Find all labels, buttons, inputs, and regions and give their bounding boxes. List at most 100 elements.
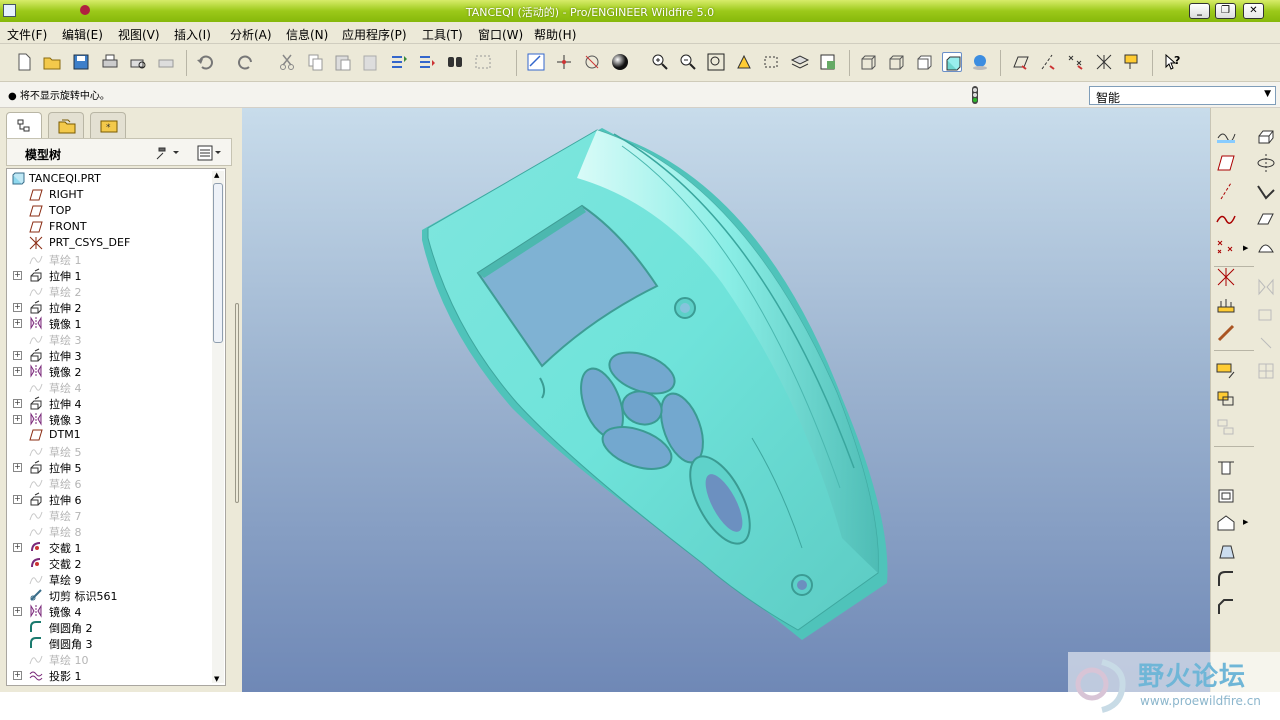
- tree-item[interactable]: + 拉伸 2: [7, 299, 207, 315]
- filter-select[interactable]: 智能 ▼: [1089, 86, 1276, 105]
- tree-item[interactable]: 切剪 标识561: [7, 587, 207, 603]
- blend-tool-icon[interactable]: [1255, 208, 1277, 230]
- tree-scrollbar[interactable]: ▲ ▼: [212, 171, 224, 683]
- orient-icon[interactable]: [582, 52, 602, 72]
- part-model[interactable]: [242, 108, 1210, 692]
- menu-window[interactable]: 窗口(W): [478, 26, 523, 43]
- axis-tool-icon[interactable]: [554, 52, 574, 72]
- round-tool-icon[interactable]: [1215, 568, 1237, 590]
- tree-item[interactable]: + 镜像 2: [7, 363, 207, 379]
- flyout-arrow-icon[interactable]: ▶: [1243, 518, 1248, 526]
- scroll-down-icon[interactable]: ▼: [214, 675, 219, 683]
- hidden-line-icon[interactable]: [886, 52, 906, 72]
- tree-item[interactable]: 草绘 5: [7, 443, 207, 459]
- save-icon[interactable]: [71, 52, 91, 72]
- tree-item[interactable]: 草绘 7: [7, 507, 207, 523]
- expand-icon[interactable]: +: [13, 351, 22, 360]
- refit-icon[interactable]: [706, 52, 726, 72]
- open-icon[interactable]: [42, 52, 62, 72]
- tree-item[interactable]: DTM1: [7, 427, 207, 443]
- tab-model-tree[interactable]: [6, 112, 42, 138]
- tree-item[interactable]: 草绘 2: [7, 283, 207, 299]
- show-icon[interactable]: [197, 145, 223, 161]
- tree-item[interactable]: 草绘 8: [7, 523, 207, 539]
- expand-icon[interactable]: +: [13, 303, 22, 312]
- menu-tools[interactable]: 工具(T): [422, 26, 463, 43]
- reorient-icon[interactable]: [734, 52, 754, 72]
- tree-item[interactable]: 倒圆角 2: [7, 619, 207, 635]
- tree-item[interactable]: FRONT: [7, 219, 207, 235]
- chain-icon[interactable]: [1215, 322, 1237, 344]
- select-box-icon[interactable]: [473, 52, 493, 72]
- tab-favorites[interactable]: *: [90, 112, 126, 138]
- print-icon[interactable]: [100, 52, 120, 72]
- tree-item[interactable]: PRT_CSYS_DEF: [7, 235, 207, 251]
- datum-csys-icon[interactable]: [1215, 266, 1237, 288]
- datum-curve-sketch-icon[interactable]: [1215, 124, 1237, 146]
- plane-display-icon[interactable]: [1010, 52, 1030, 72]
- boundary-blend-icon[interactable]: [1255, 236, 1277, 258]
- find-icon[interactable]: [445, 52, 465, 72]
- menu-analysis[interactable]: 分析(A): [230, 26, 272, 43]
- tree-item[interactable]: 倒圆角 3: [7, 635, 207, 651]
- zoom-out-icon[interactable]: [678, 52, 698, 72]
- tree-item[interactable]: + 镜像 1: [7, 315, 207, 331]
- new-icon[interactable]: [14, 52, 34, 72]
- point-display-icon[interactable]: [1066, 52, 1086, 72]
- menu-help[interactable]: 帮助(H): [534, 26, 576, 43]
- menu-applications[interactable]: 应用程序(P): [342, 26, 407, 43]
- expand-icon[interactable]: +: [13, 671, 22, 680]
- analysis-feature-icon[interactable]: [1215, 294, 1237, 316]
- tree-item[interactable]: 草绘 6: [7, 475, 207, 491]
- shading-icon[interactable]: [942, 52, 962, 72]
- tree-item[interactable]: + 拉伸 1: [7, 267, 207, 283]
- tree-item[interactable]: + 拉伸 3: [7, 347, 207, 363]
- zoom-in-icon[interactable]: [650, 52, 670, 72]
- rib-tool-icon[interactable]: [1215, 512, 1237, 534]
- axis-display-icon[interactable]: [1038, 52, 1058, 72]
- tree-item[interactable]: + 镜像 4: [7, 603, 207, 619]
- tree-item[interactable]: 交截 2: [7, 555, 207, 571]
- copy-icon[interactable]: [305, 52, 325, 72]
- view-manager-icon[interactable]: [818, 52, 838, 72]
- tree-item[interactable]: TOP: [7, 203, 207, 219]
- sketch-tool-icon[interactable]: [526, 52, 546, 72]
- csys-display-icon[interactable]: [1094, 52, 1114, 72]
- tree-item[interactable]: 草绘 4: [7, 379, 207, 395]
- saved-views-icon[interactable]: [762, 52, 782, 72]
- no-hidden-icon[interactable]: [914, 52, 934, 72]
- tree-item[interactable]: + 交截 1: [7, 539, 207, 555]
- cut-icon[interactable]: [277, 52, 297, 72]
- restore-button[interactable]: ❐: [1215, 3, 1236, 19]
- wireframe-icon[interactable]: [858, 52, 878, 72]
- copy-geometry-icon[interactable]: [1215, 388, 1237, 410]
- datum-curve-icon[interactable]: [1215, 208, 1237, 230]
- expand-icon[interactable]: +: [13, 495, 22, 504]
- tab-folder-browser[interactable]: [48, 112, 84, 138]
- chamfer-tool-icon[interactable]: [1215, 596, 1237, 618]
- expand-icon[interactable]: +: [13, 367, 22, 376]
- paste-special-icon[interactable]: [361, 52, 381, 72]
- print-preview-icon[interactable]: [128, 52, 148, 72]
- tree-item[interactable]: + 拉伸 6: [7, 491, 207, 507]
- scroll-up-icon[interactable]: ▲: [214, 171, 219, 179]
- traffic-light-icon[interactable]: [970, 86, 980, 104]
- sweep-tool-icon[interactable]: [1255, 180, 1277, 202]
- expand-icon[interactable]: +: [13, 415, 22, 424]
- tree-item[interactable]: TANCEQI.PRT: [7, 171, 207, 187]
- tree-item[interactable]: 草绘 3: [7, 331, 207, 347]
- close-button[interactable]: ✕: [1243, 3, 1264, 19]
- regen-manager-icon[interactable]: [417, 52, 437, 72]
- menu-view[interactable]: 视图(V): [118, 26, 160, 43]
- flyout-arrow-icon[interactable]: ▶: [1243, 244, 1248, 252]
- settings-icon[interactable]: [155, 145, 181, 161]
- graphics-window[interactable]: [242, 108, 1210, 692]
- menu-insert[interactable]: 插入(I): [174, 26, 211, 43]
- revolve-tool-icon[interactable]: [1255, 152, 1277, 174]
- tree-item[interactable]: + 投影 1: [7, 667, 207, 683]
- expand-icon[interactable]: +: [13, 399, 22, 408]
- shell-tool-icon[interactable]: [1215, 484, 1237, 506]
- undo-icon[interactable]: [195, 52, 215, 72]
- expand-icon[interactable]: +: [13, 271, 22, 280]
- enhanced-realism-icon[interactable]: [970, 52, 990, 72]
